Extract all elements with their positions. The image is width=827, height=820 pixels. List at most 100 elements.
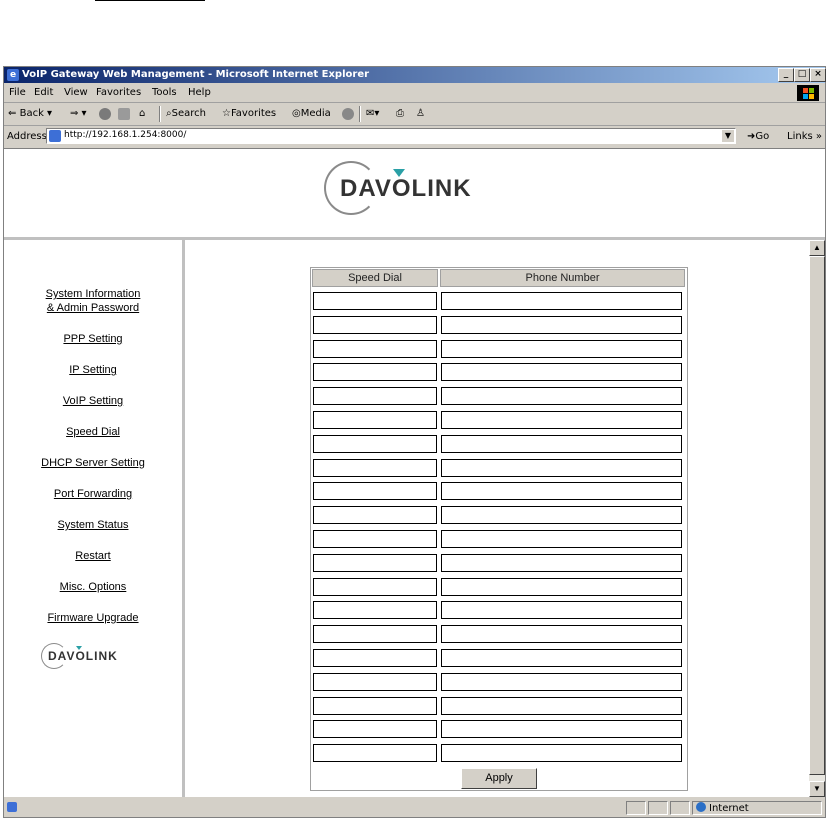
phone-number-input[interactable] xyxy=(441,696,682,715)
menu-edit[interactable]: Edit xyxy=(34,87,53,98)
stop-button[interactable] xyxy=(99,108,113,121)
home-button[interactable]: ⌂ xyxy=(139,108,145,119)
phone-number-input[interactable] xyxy=(441,292,682,310)
nav-firmware-upgrade[interactable]: Firmware Upgrade xyxy=(4,611,182,625)
nav-dhcp-server-setting[interactable]: DHCP Server Setting xyxy=(4,456,182,470)
mail-button[interactable]: ✉▾ xyxy=(366,108,379,119)
speed-dial-input[interactable] xyxy=(313,696,437,715)
speed-dial-header-row: Speed Dial Phone Number xyxy=(311,268,687,288)
speed-dial-input[interactable] xyxy=(313,482,437,501)
phone-number-input[interactable] xyxy=(441,410,682,429)
phone-number-input[interactable] xyxy=(441,339,682,358)
speed-dial-row xyxy=(311,716,687,740)
phone-number-input[interactable] xyxy=(441,315,682,334)
phone-number-input[interactable] xyxy=(441,482,682,501)
menu-view[interactable]: View xyxy=(64,87,88,98)
speed-dial-input[interactable] xyxy=(313,720,437,739)
phone-number-input[interactable] xyxy=(441,363,682,382)
nav-ip-setting[interactable]: IP Setting xyxy=(4,363,182,377)
phone-number-input[interactable] xyxy=(441,720,682,739)
apply-button[interactable]: Apply xyxy=(461,767,537,789)
browser-window: e VoIP Gateway Web Management - Microsof… xyxy=(3,66,826,818)
speed-dial-input[interactable] xyxy=(313,601,437,620)
status-pane xyxy=(670,801,690,815)
speed-dial-row xyxy=(311,621,687,645)
main-frame: Speed Dial Phone Number Apply xyxy=(185,240,811,797)
forward-button[interactable]: ⇒ ▾ xyxy=(70,108,87,119)
speed-dial-input[interactable] xyxy=(313,292,437,310)
phone-number-input[interactable] xyxy=(441,529,682,548)
print-button[interactable]: ⎙ xyxy=(396,108,404,119)
logo-wordmark: DAVOLINK xyxy=(340,175,472,202)
speed-dial-row xyxy=(311,645,687,669)
back-button[interactable]: ⇐ Back ▾ xyxy=(8,108,52,119)
speed-dial-row xyxy=(311,574,687,598)
speed-dial-input[interactable] xyxy=(313,363,437,382)
phone-number-input[interactable] xyxy=(441,387,682,406)
phone-number-input[interactable] xyxy=(441,672,682,691)
phone-number-input[interactable] xyxy=(441,577,682,596)
close-button[interactable]: × xyxy=(810,68,826,82)
menu-help[interactable]: Help xyxy=(188,87,211,98)
phone-number-input[interactable] xyxy=(441,648,682,667)
phone-number-input[interactable] xyxy=(441,434,682,453)
messenger-button[interactable]: ♙ xyxy=(416,108,425,119)
phone-number-input[interactable] xyxy=(441,625,682,644)
phone-number-input[interactable] xyxy=(441,744,682,763)
menu-file[interactable]: File xyxy=(9,87,26,98)
search-button[interactable]: ⌕Search xyxy=(166,108,206,119)
phone-number-input[interactable] xyxy=(441,458,682,477)
small-logo-wordmark: DAVOLINK xyxy=(48,649,118,663)
speed-dial-row xyxy=(311,383,687,407)
windows-logo-icon xyxy=(797,85,819,101)
maximize-button[interactable]: □ xyxy=(794,68,810,82)
speed-dial-input[interactable] xyxy=(313,339,437,358)
speed-dial-input[interactable] xyxy=(313,458,437,477)
speed-dial-input[interactable] xyxy=(313,744,437,763)
phone-number-input[interactable] xyxy=(441,506,682,525)
speed-dial-row xyxy=(311,478,687,502)
speed-dial-input[interactable] xyxy=(313,648,437,667)
nav-admin-password[interactable]: & Admin Password xyxy=(4,301,182,315)
speed-dial-input[interactable] xyxy=(313,672,437,691)
vertical-scrollbar[interactable]: ▲ ▼ xyxy=(809,240,825,797)
phone-number-input[interactable] xyxy=(441,601,682,620)
speed-dial-input[interactable] xyxy=(313,506,437,525)
nav-system-information[interactable]: System Information xyxy=(4,287,182,301)
phone-number-input[interactable] xyxy=(441,553,682,572)
scroll-down-arrow-icon[interactable]: ▼ xyxy=(809,781,825,797)
scroll-up-arrow-icon[interactable]: ▲ xyxy=(809,240,825,256)
scroll-thumb[interactable] xyxy=(809,256,825,775)
favorites-button[interactable]: ☆Favorites xyxy=(222,108,276,119)
history-button[interactable] xyxy=(342,108,356,121)
speed-dial-input[interactable] xyxy=(313,387,437,406)
nav-speed-dial[interactable]: Speed Dial xyxy=(4,425,182,439)
nav-system-status[interactable]: System Status xyxy=(4,518,182,532)
speed-dial-input[interactable] xyxy=(313,553,437,572)
speed-dial-input[interactable] xyxy=(313,529,437,548)
speed-dial-input[interactable] xyxy=(313,315,437,334)
nav-port-forwarding[interactable]: Port Forwarding xyxy=(4,487,182,501)
speed-dial-row xyxy=(311,288,687,312)
menu-tools[interactable]: Tools xyxy=(152,87,177,98)
media-button[interactable]: ◎Media xyxy=(292,108,331,119)
nav-voip-setting[interactable]: VoIP Setting xyxy=(4,394,182,408)
page-icon xyxy=(49,130,61,142)
nav-restart[interactable]: Restart xyxy=(4,549,182,563)
toolbar: ⇐ Back ▾ ⇒ ▾ ⌂ ⌕Search ☆Favorites ◎Media xyxy=(4,103,825,126)
go-button[interactable]: ➜Go xyxy=(747,131,769,142)
minimize-button[interactable]: _ xyxy=(778,68,794,82)
links-button[interactable]: Links » xyxy=(787,131,822,142)
speed-dial-input[interactable] xyxy=(313,410,437,429)
media-icon: ◎ xyxy=(292,108,301,119)
speed-dial-input[interactable] xyxy=(313,434,437,453)
speed-dial-input[interactable] xyxy=(313,577,437,596)
address-dropdown-icon[interactable]: ▼ xyxy=(722,130,734,142)
status-pane xyxy=(648,801,668,815)
nav-ppp-setting[interactable]: PPP Setting xyxy=(4,332,182,346)
address-input[interactable]: http://192.168.1.254:8000/ ▼ xyxy=(46,128,736,144)
speed-dial-input[interactable] xyxy=(313,625,437,644)
nav-misc-options[interactable]: Misc. Options xyxy=(4,580,182,594)
refresh-button[interactable] xyxy=(118,108,132,121)
menu-favorites[interactable]: Favorites xyxy=(96,87,141,98)
